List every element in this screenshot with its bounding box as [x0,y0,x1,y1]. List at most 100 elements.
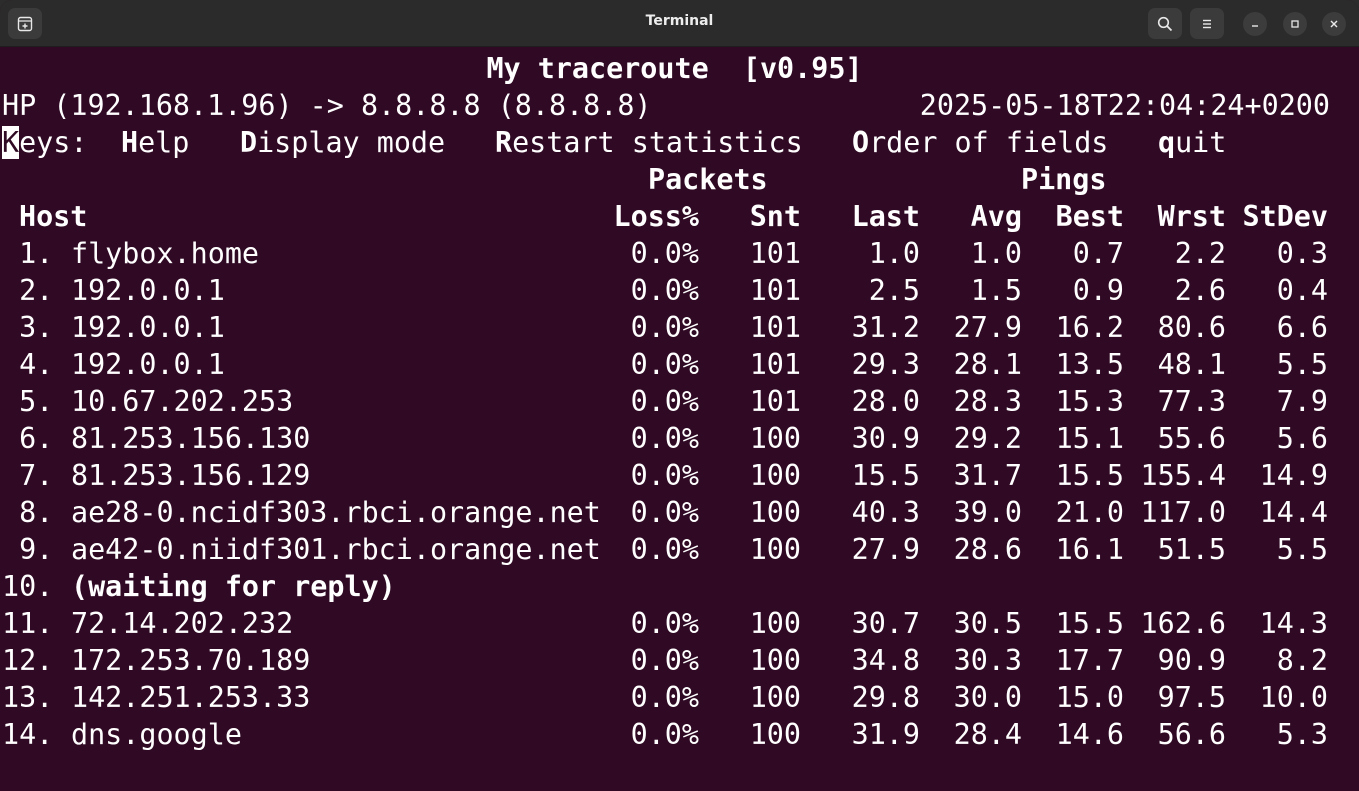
col-loss: Loss% [613,200,699,233]
table-row: 11. 72.14.202.232 0.0% 100 30.7 30.5 15.5 162.6… [2,605,1342,642]
key-order-of-fields[interactable]: Order of fields [852,124,1108,161]
hop-loss: 0.0% [630,644,699,677]
search-button[interactable] [1148,8,1182,39]
maximize-icon [1291,20,1299,28]
hop-wrst: 55.6 [1157,422,1226,455]
hop-loss: 0.0% [630,311,699,344]
hop-number: 8. [2,496,54,529]
hop-best: 15.5 [1055,607,1124,640]
hop-avg: 29.2 [953,422,1022,455]
hop-loss: 0.0% [630,459,699,492]
hop-avg: 28.3 [953,385,1022,418]
column-header-line: Host Loss% Snt Last Avg Best Wrst StDev [2,198,1342,235]
minimize-icon [1252,25,1258,27]
hop-stdev: 0.4 [1276,274,1328,307]
hop-number: 12. [2,644,54,677]
hop-stdev: 14.9 [1259,459,1328,492]
table-row: 8. ae28-0.ncidf303.rbci.orange.net 0.0% 100… [2,494,1342,531]
hop-number: 9. [2,533,54,566]
hop-best: 21.0 [1055,496,1124,529]
terminal-window: Terminal My traceroute [v0.95] HP (192.1… [0,0,1359,791]
hop-last: 30.9 [851,422,920,455]
hop-loss: 0.0% [630,496,699,529]
waiting-for-reply: (waiting for reply) [71,570,396,603]
hop-loss: 0.0% [630,422,699,455]
key-quit[interactable]: quit [1158,124,1226,161]
hop-snt: 100 [749,422,801,455]
hop-stdev: 5.5 [1276,348,1328,381]
col-best: Best [1055,200,1124,233]
title-bar[interactable]: Terminal [0,0,1359,47]
hop-avg: 27.9 [953,311,1022,344]
maximize-button[interactable] [1283,12,1307,36]
hop-wrst: 2.2 [1174,237,1226,270]
col-host: Host [19,200,88,233]
hop-avg: 30.5 [953,607,1022,640]
table-row: 14. dns.google 0.0% 100 31.9 28.4 14.6 56.6 5.3 [2,716,1342,753]
hop-best: 0.9 [1072,274,1124,307]
minimize-button[interactable] [1243,12,1267,36]
hop-best: 0.7 [1072,237,1124,270]
key-help[interactable]: Help [121,124,189,161]
hop-stdev: 5.5 [1276,533,1328,566]
close-button[interactable] [1322,12,1346,36]
packets-header: Packets [648,163,768,196]
hop-best: 14.6 [1055,718,1124,751]
source-line: HP (192.168.1.96) -> 8.8.8.8 (8.8.8.8) 2… [2,87,1342,124]
hop-wrst: 80.6 [1157,311,1226,344]
group-header-line: Packets Pings [2,161,1342,198]
hop-number: 10. [2,570,54,603]
hop-avg: 1.5 [970,274,1022,307]
hop-snt: 100 [749,533,801,566]
hop-host: dns.google [71,718,242,751]
col-stdev: StDev [1242,200,1328,233]
hop-stdev: 14.3 [1259,607,1328,640]
hop-snt: 100 [749,718,801,751]
hop-snt: 101 [749,348,801,381]
hop-table: 1. flybox.home 0.0% 101 1.0 1.0 0.7 2.2 0.3 2. 19… [2,235,1342,753]
hop-loss: 0.0% [630,718,699,751]
hop-loss: 0.0% [630,274,699,307]
keys-line: Keys: Help Display mode Restart statisti… [2,124,1342,161]
hop-host: 172.253.70.189 [71,644,311,677]
hop-avg: 28.1 [953,348,1022,381]
hop-stdev: 10.0 [1259,681,1328,714]
hop-wrst: 162.6 [1140,607,1226,640]
hop-number: 5. [2,385,54,418]
hop-stdev: 0.3 [1276,237,1328,270]
hop-loss: 0.0% [630,385,699,418]
hop-host: 10.67.202.253 [71,385,294,418]
hop-snt: 101 [749,311,801,344]
scrollbar[interactable] [1351,52,1357,786]
hop-best: 15.3 [1055,385,1124,418]
hop-snt: 101 [749,237,801,270]
table-row: 4. 192.0.0.1 0.0% 101 29.3 28.1 13.5 48.1 5.5 [2,346,1342,383]
table-row: 7. 81.253.156.129 0.0% 100 15.5 31.7 15.5 155.4… [2,457,1342,494]
hop-number: 7. [2,459,54,492]
hop-loss: 0.0% [630,237,699,270]
key-display-mode[interactable]: Display mode [240,124,445,161]
hop-avg: 39.0 [953,496,1022,529]
table-row: 1. flybox.home 0.0% 101 1.0 1.0 0.7 2.2 0.3 [2,235,1342,272]
hop-loss: 0.0% [630,348,699,381]
hop-number: 13. [2,681,54,714]
hop-snt: 100 [749,644,801,677]
hop-avg: 30.3 [953,644,1022,677]
hop-best: 16.1 [1055,533,1124,566]
hop-stdev: 5.6 [1276,422,1328,455]
hop-loss: 0.0% [630,681,699,714]
hop-last: 34.8 [851,644,920,677]
hop-last: 31.2 [851,311,920,344]
hop-last: 40.3 [851,496,920,529]
key-restart-statistics[interactable]: Restart statistics [495,124,803,161]
hop-best: 16.2 [1055,311,1124,344]
hop-host: 192.0.0.1 [71,311,225,344]
keys-label: Keys: [2,126,88,159]
hop-wrst: 155.4 [1140,459,1226,492]
hop-wrst: 2.6 [1174,274,1226,307]
col-last: Last [851,200,920,233]
hop-stdev: 7.9 [1276,385,1328,418]
menu-button[interactable] [1190,8,1224,39]
terminal-content[interactable]: My traceroute [v0.95] HP (192.168.1.96) … [2,50,1342,753]
hop-wrst: 90.9 [1157,644,1226,677]
